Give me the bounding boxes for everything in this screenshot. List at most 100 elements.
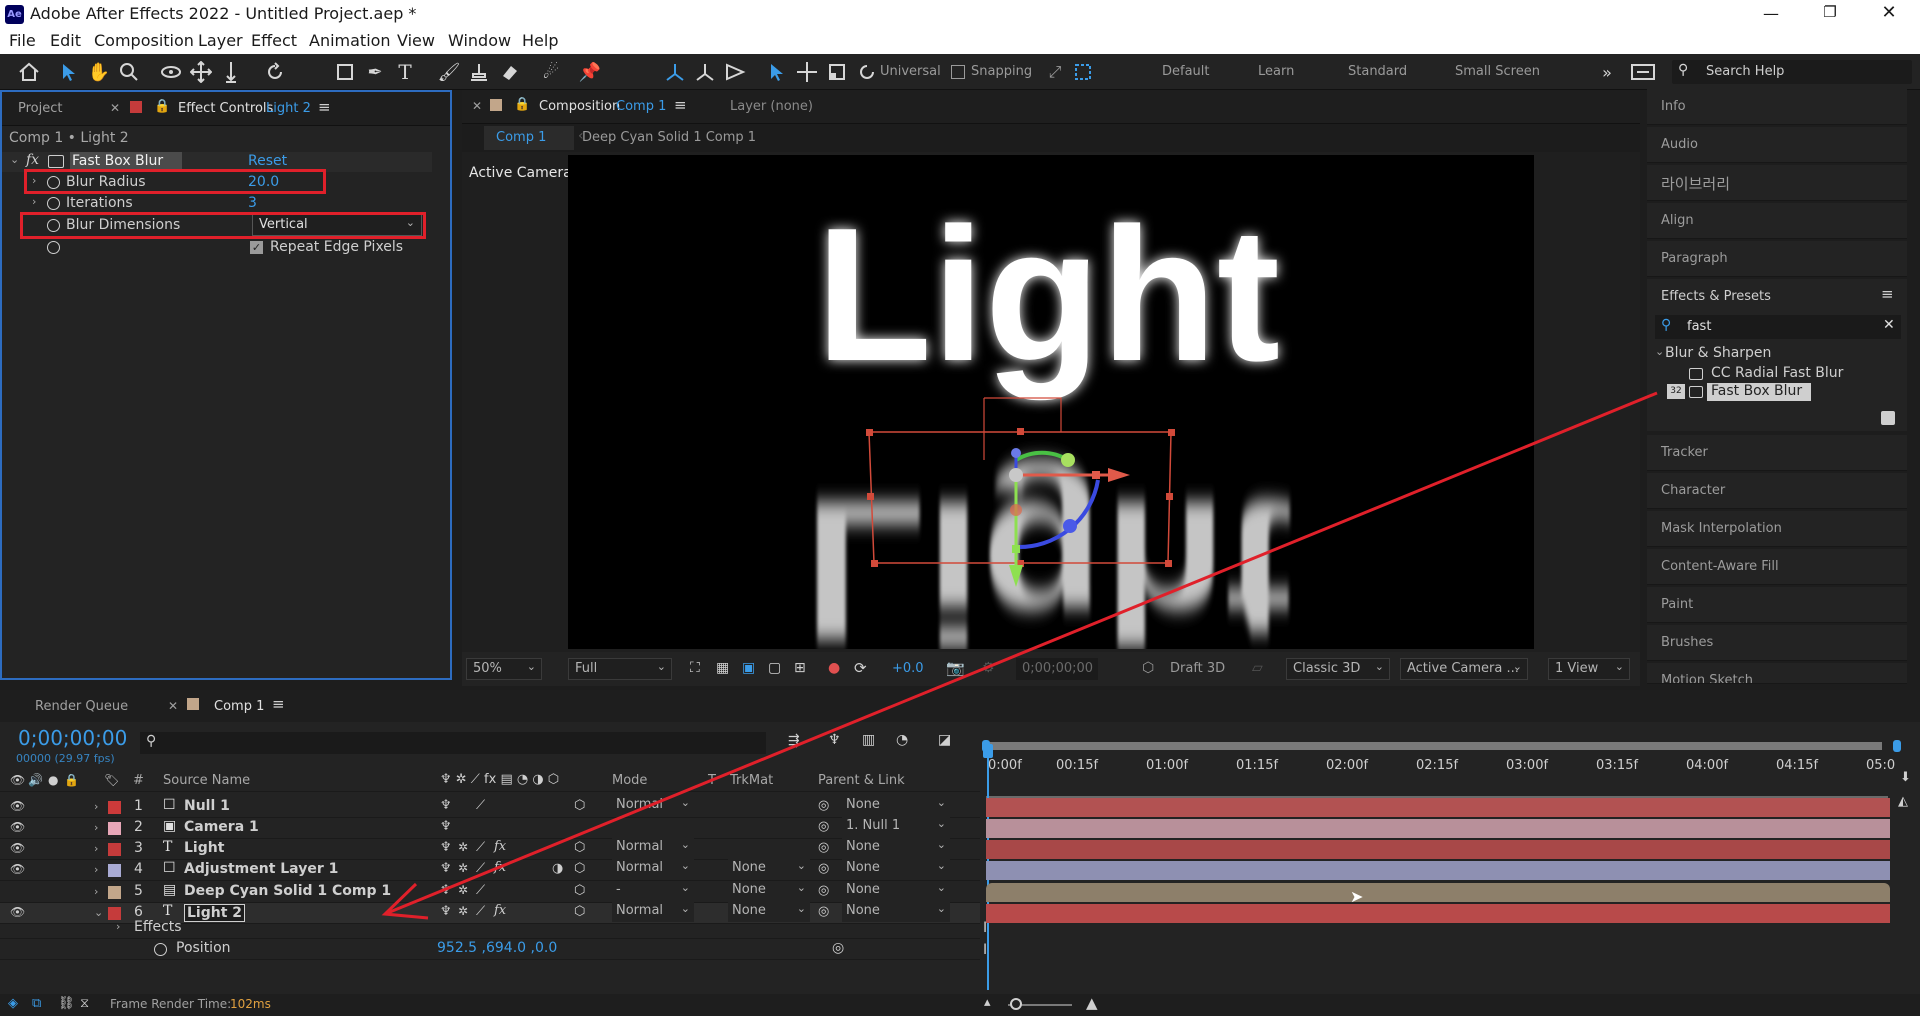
timeline-timecode[interactable]: 0;00;00;00 [18, 726, 127, 750]
transparency-grid-icon[interactable]: ▦ [716, 660, 729, 676]
video-switch-icon[interactable]: 👁 [10, 773, 25, 787]
orbit-camera-icon[interactable] [156, 54, 186, 90]
label-color-swatch[interactable] [108, 822, 121, 835]
panel-menu-icon[interactable]: ≡ [1881, 285, 1894, 303]
label-color-swatch[interactable] [108, 886, 121, 899]
layer-duration-bar[interactable] [986, 904, 1890, 923]
channels-icon[interactable]: ● [828, 660, 840, 676]
zoom-in-icon[interactable]: ▲ [1086, 994, 1098, 1012]
shy-switch-icon[interactable]: ♆ [440, 798, 452, 813]
pick-whip-icon[interactable]: ◎ [818, 819, 829, 834]
label-color-swatch[interactable] [108, 843, 121, 856]
ground-plane-icon[interactable]: ⏥ [1252, 660, 1263, 676]
audio-switch-icon[interactable]: 🔊 [28, 773, 43, 787]
hand-tool-icon[interactable]: ✋ [84, 54, 114, 90]
close-tab-icon[interactable]: ✕ [472, 99, 482, 113]
layer-row[interactable]: 👁 › 2 ▣ Camera 1 ♆ ◎ 1. Null 1 ⌄ [0, 817, 980, 839]
clone-stamp-icon[interactable] [464, 54, 494, 90]
effects-group-label[interactable]: Effects [134, 919, 182, 935]
render-time-toggle-icon[interactable]: ⧖ [80, 996, 89, 1011]
layer-duration-bar[interactable] [986, 798, 1890, 817]
graph-editor-icon[interactable]: ◪ [938, 732, 951, 748]
modes-toggle-icon[interactable]: ⧉ [32, 996, 41, 1011]
expand-arrow-icon[interactable]: › [116, 920, 120, 933]
frame-blending-icon[interactable]: ▥ [862, 732, 875, 748]
quality-switch-icon[interactable]: ⟋ [476, 861, 485, 876]
effects-presets-title[interactable]: Effects & Presets [1661, 289, 1771, 304]
view-layout-dropdown[interactable]: 1 View ⌄ [1548, 658, 1630, 680]
motion-blur-icon[interactable]: ◔ [896, 732, 908, 748]
layer-name[interactable]: Camera 1 [184, 819, 259, 835]
tab-effect-controls[interactable]: Effect Controls [178, 101, 273, 116]
track-matte-dropdown[interactable]: None ⌄ [728, 859, 810, 879]
search-help-box[interactable]: ⚲ Search Help [1672, 60, 1912, 84]
fx-switch-icon[interactable]: fx [494, 860, 506, 875]
quality-switch-icon[interactable]: ⟋ [476, 883, 485, 898]
clear-search-icon[interactable]: ✕ [1883, 317, 1895, 333]
exposure-value[interactable]: +0.0 [892, 661, 924, 676]
panel-tracker[interactable]: Tracker [1647, 435, 1907, 471]
adjustment-switch-icon[interactable]: ◑ [552, 861, 563, 876]
label-color-swatch[interactable] [108, 801, 121, 814]
visibility-eye-icon[interactable]: 👁 [10, 841, 25, 855]
result-cc-radial-fast-blur[interactable]: CC Radial Fast Blur [1711, 365, 1843, 381]
stopwatch-icon[interactable] [47, 241, 60, 254]
menu-help[interactable]: Help [522, 31, 558, 50]
panel-paint[interactable]: Paint [1647, 587, 1907, 623]
effects-search-box[interactable]: ⚲ fast ✕ [1655, 315, 1901, 339]
rotate-tool-icon[interactable] [260, 54, 290, 90]
position-property-row[interactable]: Position 952.5 ,694.0 ,0.0 ◎ [0, 939, 980, 960]
layer-name[interactable]: Adjustment Layer 1 [184, 861, 338, 877]
pan-camera-icon[interactable] [186, 54, 216, 90]
blend-mode-dropdown[interactable]: Normal ⌄ [612, 859, 694, 879]
work-area-end-handle[interactable] [1893, 740, 1901, 752]
world-axis-icon[interactable] [690, 54, 720, 90]
expand-arrow-icon[interactable]: › [94, 821, 98, 834]
flow-current[interactable]: Comp 1 ‹ [484, 126, 584, 150]
puppet-pin-icon[interactable]: 📌 [575, 54, 605, 90]
panel-content-aware-fill[interactable]: Content-Aware Fill [1647, 549, 1907, 585]
panel-audio[interactable]: Audio [1647, 127, 1907, 163]
layer-duration-bar[interactable] [986, 819, 1890, 838]
zoom-dropdown[interactable]: 50% ⌄ [466, 658, 542, 680]
draft3d-label[interactable]: Draft 3D [1170, 661, 1225, 676]
tab-project[interactable]: Project [18, 101, 62, 116]
zoom-out-icon[interactable]: ▴ [984, 995, 991, 1010]
tab-layer[interactable]: Layer (none) [730, 99, 813, 114]
collapse-switch-icon[interactable]: ✲ [458, 840, 468, 854]
select-3d-icon[interactable] [762, 54, 792, 90]
scale-3d-icon[interactable] [822, 54, 852, 90]
tab-timeline-comp[interactable]: Comp 1 [214, 699, 264, 714]
layer-duration-bar[interactable] [986, 840, 1890, 859]
in-out-toggle-icon[interactable]: ⛓ [58, 996, 75, 1011]
fx-switch-icon[interactable]: fx [494, 903, 506, 918]
tab-composition-name[interactable]: Comp 1 [616, 99, 666, 114]
universal-label[interactable]: Universal [880, 64, 941, 79]
close-icon[interactable]: ✕ [1874, 2, 1904, 23]
tab-effect-controls-layer[interactable]: Light 2 [266, 101, 311, 116]
position-value[interactable]: 952.5 ,694.0 ,0.0 [437, 940, 557, 956]
comp-end-marker-icon[interactable]: ⬇ [1900, 770, 1911, 785]
quality-switch-icon[interactable]: ⟋ [476, 798, 485, 813]
rectangle-tool-icon[interactable] [330, 54, 360, 90]
blend-mode-dropdown[interactable]: Normal ⌄ [612, 838, 694, 858]
layer-name[interactable]: Deep Cyan Solid 1 Comp 1 [184, 883, 391, 899]
rotate-3d-icon[interactable] [852, 54, 882, 90]
repeat-edge-checkbox[interactable]: ✓ [250, 241, 263, 254]
panel-character[interactable]: Character [1647, 473, 1907, 509]
iterations-value[interactable]: 3 [248, 195, 257, 211]
visibility-eye-icon[interactable]: 👁 [10, 862, 25, 876]
layer-row[interactable]: › 5 ▤ Deep Cyan Solid 1 Comp 1 ♆ ✲ ⟋ ⬡ - ⌄ None ⌄ ◎ N… [0, 881, 980, 903]
more-workspaces-icon[interactable]: » [1592, 54, 1622, 90]
expand-chevron-icon[interactable]: ⌄ [10, 153, 19, 166]
shy-switch-icon[interactable]: ♆ [440, 904, 452, 919]
grid-guides-icon[interactable]: ⊞ [794, 660, 806, 676]
move-3d-icon[interactable] [792, 54, 822, 90]
local-axis-icon[interactable] [660, 54, 690, 90]
playhead-handle[interactable] [983, 744, 993, 758]
workspace-learn[interactable]: Learn [1258, 64, 1294, 79]
fx-switch-icon[interactable]: fx [494, 839, 506, 854]
pick-whip-icon[interactable]: ◎ [818, 883, 829, 898]
3d-layer-switch-icon[interactable]: ⬡ [574, 861, 585, 876]
fx-icon[interactable]: fx [26, 152, 39, 168]
